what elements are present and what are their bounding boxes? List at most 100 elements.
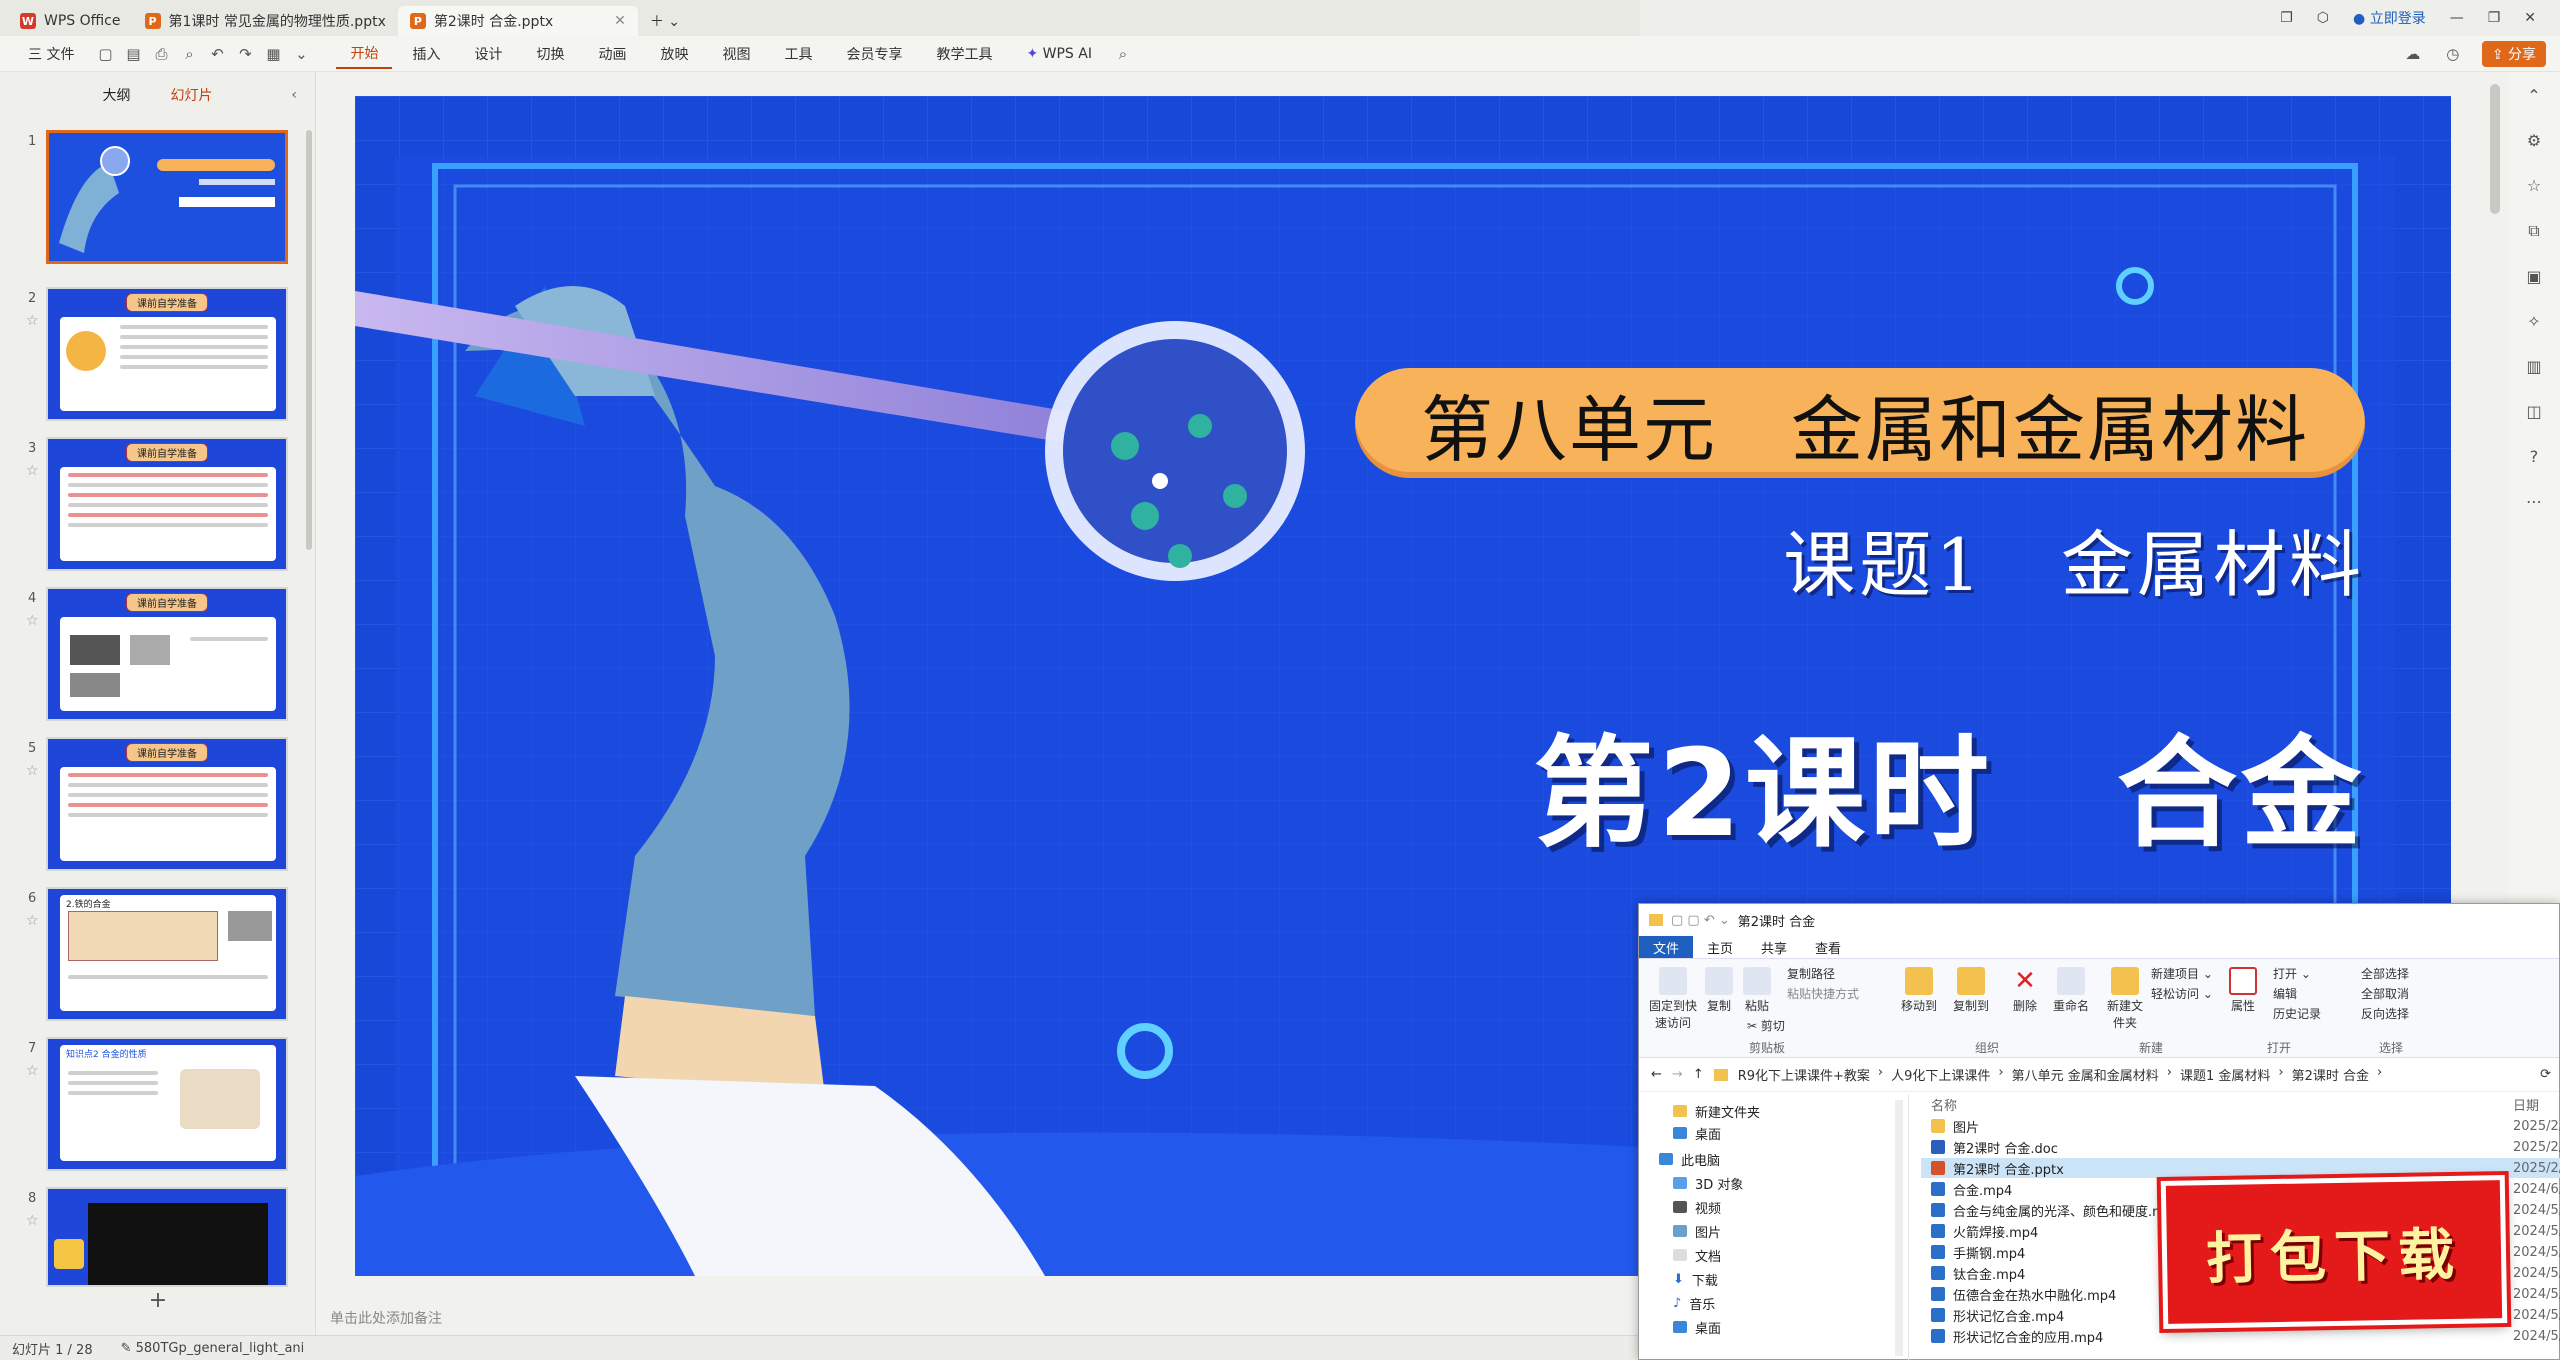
quick-access-icons[interactable]: ▢ ▢ ↶ ⌄ (1671, 913, 1730, 928)
print-icon[interactable]: ⎙ (150, 45, 172, 63)
nav-item[interactable]: 桌面 (1673, 1122, 1721, 1144)
forward-icon[interactable]: → (1672, 1067, 1683, 1082)
menu-animation[interactable]: 动画 (584, 40, 640, 68)
star-icon[interactable]: ☆ (26, 613, 39, 629)
copy-path-button[interactable]: 复制路径 (1787, 965, 1835, 982)
tab-lesson-1[interactable]: P 第1课时 常见金属的物理性质.pptx (133, 6, 398, 36)
collapse-icon[interactable]: ‹ (291, 87, 297, 103)
menu-slideshow[interactable]: 放映 (646, 40, 702, 68)
menu-design[interactable]: 设计 (460, 40, 516, 68)
breadcrumb-item[interactable]: 人9化下上课课件 (1891, 1065, 1990, 1084)
star-icon[interactable]: ☆ (26, 1213, 39, 1229)
breadcrumb-item[interactable]: 第2课时 合金 (2292, 1065, 2369, 1084)
breadcrumb-item[interactable]: 课题1 金属材料 (2180, 1065, 2270, 1084)
file-row[interactable]: 图片 2025/2/ (1921, 1116, 2560, 1136)
theme-name[interactable]: ✎ 580TGp_general_light_ani (121, 1341, 305, 1356)
back-icon[interactable]: ← (1651, 1067, 1662, 1082)
nav-item[interactable]: 视频 (1673, 1196, 1721, 1218)
nav-item[interactable]: 3D 对象 (1673, 1172, 1743, 1194)
share-button[interactable]: ⇪ 分享 (2481, 40, 2546, 67)
menu-insert[interactable]: 插入 (398, 40, 454, 68)
edit-button[interactable]: 编辑 (2273, 985, 2297, 1002)
nav-item[interactable]: 桌面 (1673, 1316, 1721, 1338)
column-date[interactable]: 日期 (2513, 1095, 2539, 1114)
tab-outline[interactable]: 大纲 (103, 85, 131, 105)
file-row[interactable]: 形状记忆合金的应用.mp4 2024/5/ (1921, 1326, 2560, 1346)
add-slide-button[interactable]: + (0, 1288, 316, 1313)
paste-button[interactable]: 粘贴 (1743, 967, 1771, 1014)
layers-icon[interactable]: ◫ (2526, 402, 2541, 421)
move-to-button[interactable]: 移动到 (1901, 967, 1937, 1014)
tab-slides[interactable]: 幻灯片 (171, 85, 213, 105)
menu-transition[interactable]: 切换 (522, 40, 578, 68)
format-painter-icon[interactable]: ▦ (262, 45, 284, 63)
copy-to-button[interactable]: 复制到 (1953, 967, 1989, 1014)
menu-home[interactable]: 开始 (336, 39, 393, 69)
star-icon[interactable]: ☆ (2527, 176, 2541, 195)
rename-button[interactable]: 重命名 (2053, 967, 2089, 1014)
star-icon[interactable]: ☆ (26, 463, 39, 479)
slide-thumb-2[interactable]: 2 ☆ 课前自学准备 (0, 287, 316, 427)
restore-icon[interactable]: ❐ (2488, 10, 2501, 26)
topic-title[interactable]: 课题1 金属材料 (1435, 506, 2365, 611)
new-folder-button[interactable]: 新建文件夹 (2105, 967, 2145, 1031)
menu-view[interactable]: 视图 (708, 40, 764, 68)
cube-icon[interactable]: ⬡ (2317, 10, 2329, 26)
slide-scrollbar[interactable] (2490, 84, 2500, 214)
nav-item[interactable]: 新建文件夹 (1673, 1100, 1760, 1122)
nav-scrollbar[interactable] (1895, 1100, 1903, 1356)
magic-icon[interactable]: ✧ (2527, 312, 2540, 331)
slide-thumb-4[interactable]: 4 ☆ 课前自学准备 (0, 587, 316, 727)
menu-tools[interactable]: 工具 (770, 40, 826, 68)
panel-scrollbar[interactable] (306, 130, 312, 550)
up-icon[interactable]: ↑ (1693, 1067, 1704, 1082)
easy-access-button[interactable]: 轻松访问 ⌄ (2151, 985, 2213, 1002)
slide-thumb-1[interactable]: 1 (0, 130, 316, 270)
properties-button[interactable]: 属性 (2229, 967, 2257, 1014)
nav-item[interactable]: 图片 (1673, 1220, 1721, 1242)
minimize-icon[interactable]: — (2450, 10, 2464, 26)
new-tab-button[interactable]: ＋ ⌄ (638, 6, 692, 36)
new-doc-icon[interactable]: ▢ (94, 45, 116, 63)
pin-button[interactable]: 固定到快速访问 (1645, 967, 1701, 1031)
slide-thumb-5[interactable]: 5 ☆ 课前自学准备 (0, 737, 316, 877)
help-icon[interactable]: ? (2530, 447, 2539, 466)
lesson-title[interactable]: 第2课时 合金 (1315, 696, 2365, 870)
star-icon[interactable]: ☆ (26, 1063, 39, 1079)
download-badge[interactable]: 打包下载 (2160, 1175, 2508, 1329)
history-button[interactable]: 历史记录 (2273, 1005, 2321, 1022)
cloud-icon[interactable]: ☁ (2402, 45, 2424, 63)
breadcrumb-item[interactable]: R9化下上课课件+教案 (1738, 1065, 1870, 1084)
nav-item[interactable]: 此电脑 (1659, 1148, 1720, 1170)
address-bar[interactable]: ← → ↑ R9化下上课课件+教案 › 人9化下上课课件 › 第八单元 金属和金属材… (1639, 1058, 2559, 1092)
ribbon-tab-share[interactable]: 共享 (1747, 936, 1801, 959)
history-icon[interactable]: ◷ (2442, 45, 2464, 63)
tab-wps-office[interactable]: W WPS Office (8, 6, 133, 36)
image-icon[interactable]: ▣ (2526, 267, 2541, 286)
unit-title[interactable]: 第八单元 金属和金属材料 (1375, 368, 2355, 478)
open-icon[interactable]: ▤ (122, 45, 144, 63)
undo-icon[interactable]: ↶ (206, 45, 228, 63)
nav-item[interactable]: ♪ 音乐 (1673, 1292, 1715, 1314)
slide-thumb-8[interactable]: 8 ☆ (0, 1187, 316, 1287)
copy-icon[interactable]: ⧉ (2528, 221, 2539, 241)
invert-selection-button[interactable]: 反向选择 (2361, 1005, 2409, 1022)
select-all-button[interactable]: 全部选择 (2361, 965, 2409, 982)
redo-icon[interactable]: ↷ (234, 45, 256, 63)
menu-member[interactable]: 会员专享 (832, 40, 916, 68)
window-close-icon[interactable]: ✕ (2524, 10, 2536, 26)
close-icon[interactable]: ✕ (614, 13, 626, 29)
nav-item[interactable]: 文档 (1673, 1244, 1721, 1266)
cut-button[interactable]: ✂ 剪切 (1747, 1017, 1785, 1034)
search-icon[interactable]: ⌕ (1112, 45, 1134, 63)
new-item-button[interactable]: 新建项目 ⌄ (2151, 965, 2213, 982)
delete-button[interactable]: ✕ 删除 (2011, 967, 2039, 1014)
slide-thumb-6[interactable]: 6 ☆ 2.铁的合金 (0, 887, 316, 1027)
column-name[interactable]: 名称 (1921, 1095, 1957, 1114)
adjust-icon[interactable]: ⚙ (2527, 131, 2541, 150)
layout-icon[interactable]: ❐ (2280, 10, 2293, 26)
ribbon-tab-home[interactable]: 主页 (1693, 936, 1747, 959)
menu-teaching-tools[interactable]: 教学工具 (922, 40, 1006, 68)
slide-thumb-7[interactable]: 7 ☆ 知识点2 合金的性质 (0, 1037, 316, 1177)
wps-ai-button[interactable]: ✦ WPS AI (1012, 42, 1106, 66)
